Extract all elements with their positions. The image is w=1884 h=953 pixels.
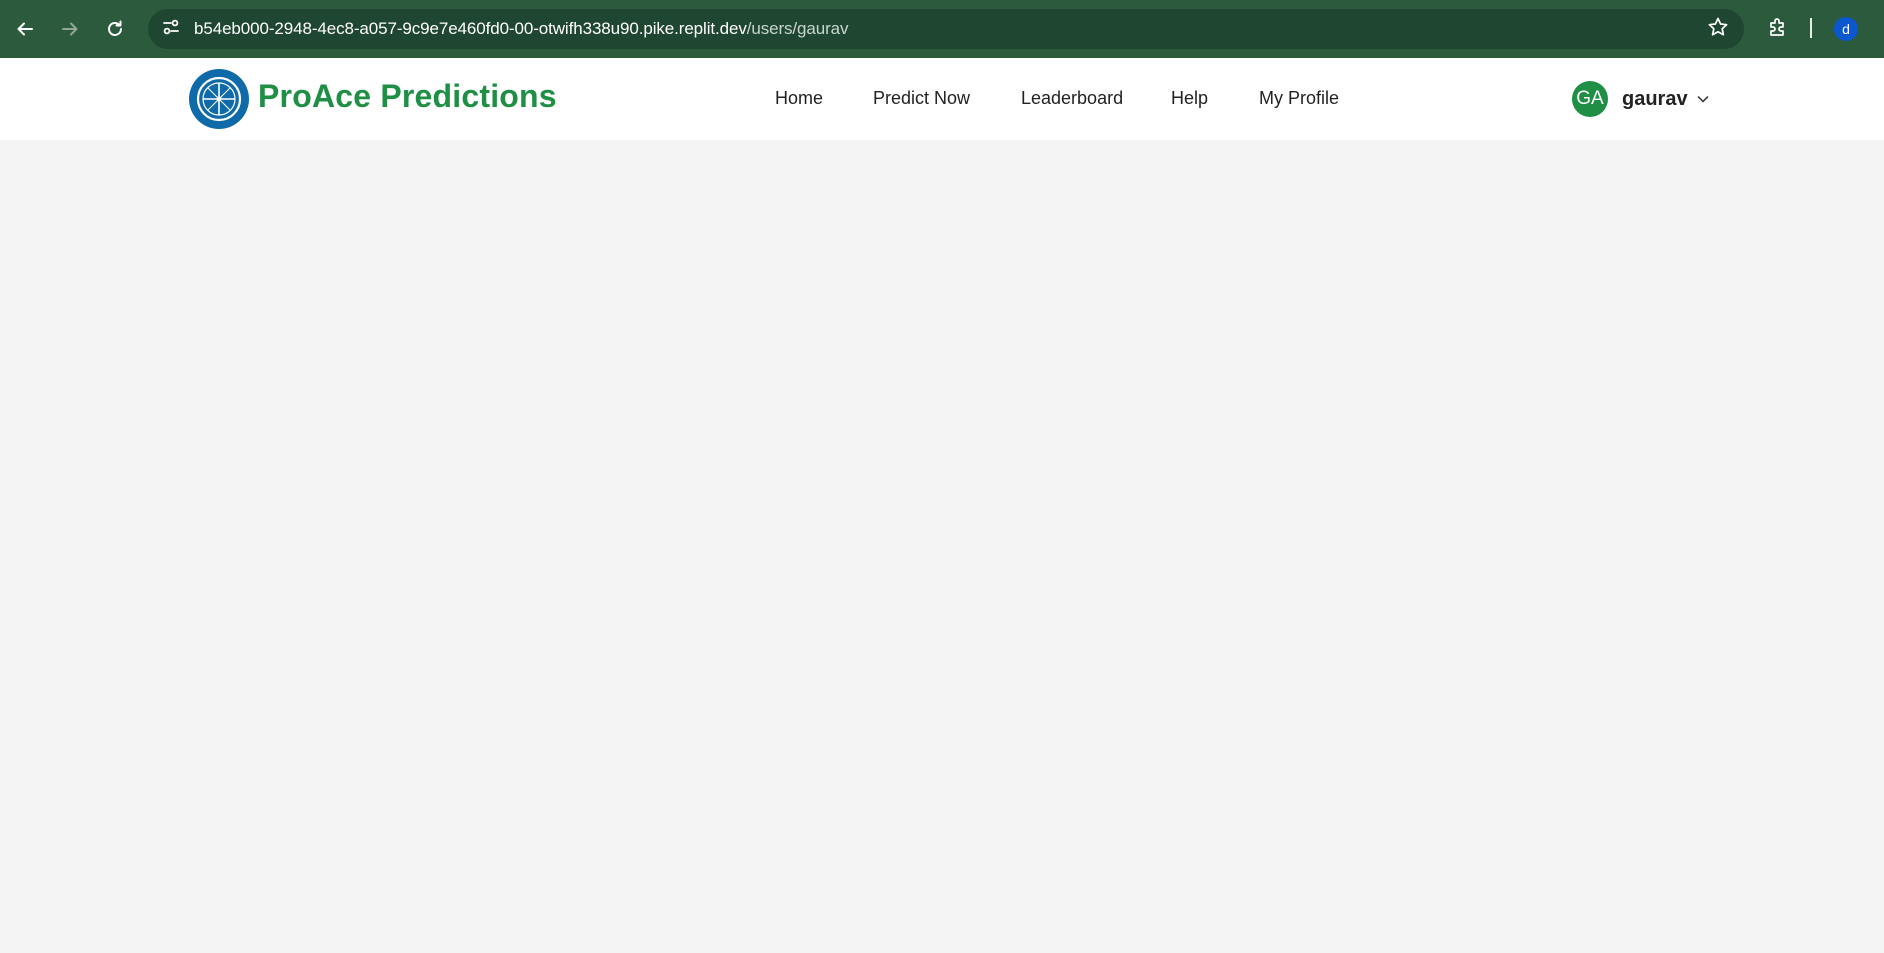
nav-my-profile[interactable]: My Profile <box>1259 88 1339 109</box>
toolbar-divider <box>1810 18 1812 38</box>
arrow-left-icon <box>15 19 35 39</box>
arrow-right-icon <box>60 19 80 39</box>
page-content-area <box>0 140 1884 953</box>
back-button[interactable] <box>8 12 42 46</box>
nav-leaderboard[interactable]: Leaderboard <box>1021 88 1123 109</box>
browser-profile-avatar[interactable]: d <box>1834 17 1858 41</box>
browser-toolbar: b54eb000-2948-4ec8-a057-9c9e7e460fd0-00-… <box>0 0 1884 58</box>
site-header: ProAce Predictions Home Predict Now Lead… <box>0 58 1884 140</box>
username: gaurav <box>1622 87 1688 110</box>
address-bar[interactable]: b54eb000-2948-4ec8-a057-9c9e7e460fd0-00-… <box>148 9 1744 49</box>
nav-help[interactable]: Help <box>1171 88 1208 109</box>
compass-logo-icon[interactable] <box>188 68 250 130</box>
url-text[interactable]: b54eb000-2948-4ec8-a057-9c9e7e460fd0-00-… <box>194 19 849 39</box>
forward-button[interactable] <box>53 12 87 46</box>
chevron-down-icon <box>1696 92 1710 106</box>
reload-button[interactable] <box>98 12 132 46</box>
reload-icon <box>105 19 125 39</box>
tune-icon <box>161 17 181 42</box>
brand-name[interactable]: ProAce Predictions <box>258 78 557 115</box>
user-menu[interactable]: GA gaurav <box>1572 80 1710 118</box>
nav-home[interactable]: Home <box>775 88 823 109</box>
url-path: /users/gaurav <box>746 19 849 38</box>
extensions-button[interactable] <box>1764 15 1792 43</box>
url-host: b54eb000-2948-4ec8-a057-9c9e7e460fd0-00-… <box>194 19 747 38</box>
site-info-button[interactable] <box>156 14 186 44</box>
star-icon <box>1707 16 1729 43</box>
nav-predict-now[interactable]: Predict Now <box>873 88 970 109</box>
bookmark-button[interactable] <box>1706 17 1730 41</box>
puzzle-icon <box>1767 16 1789 43</box>
avatar: GA <box>1572 81 1608 117</box>
